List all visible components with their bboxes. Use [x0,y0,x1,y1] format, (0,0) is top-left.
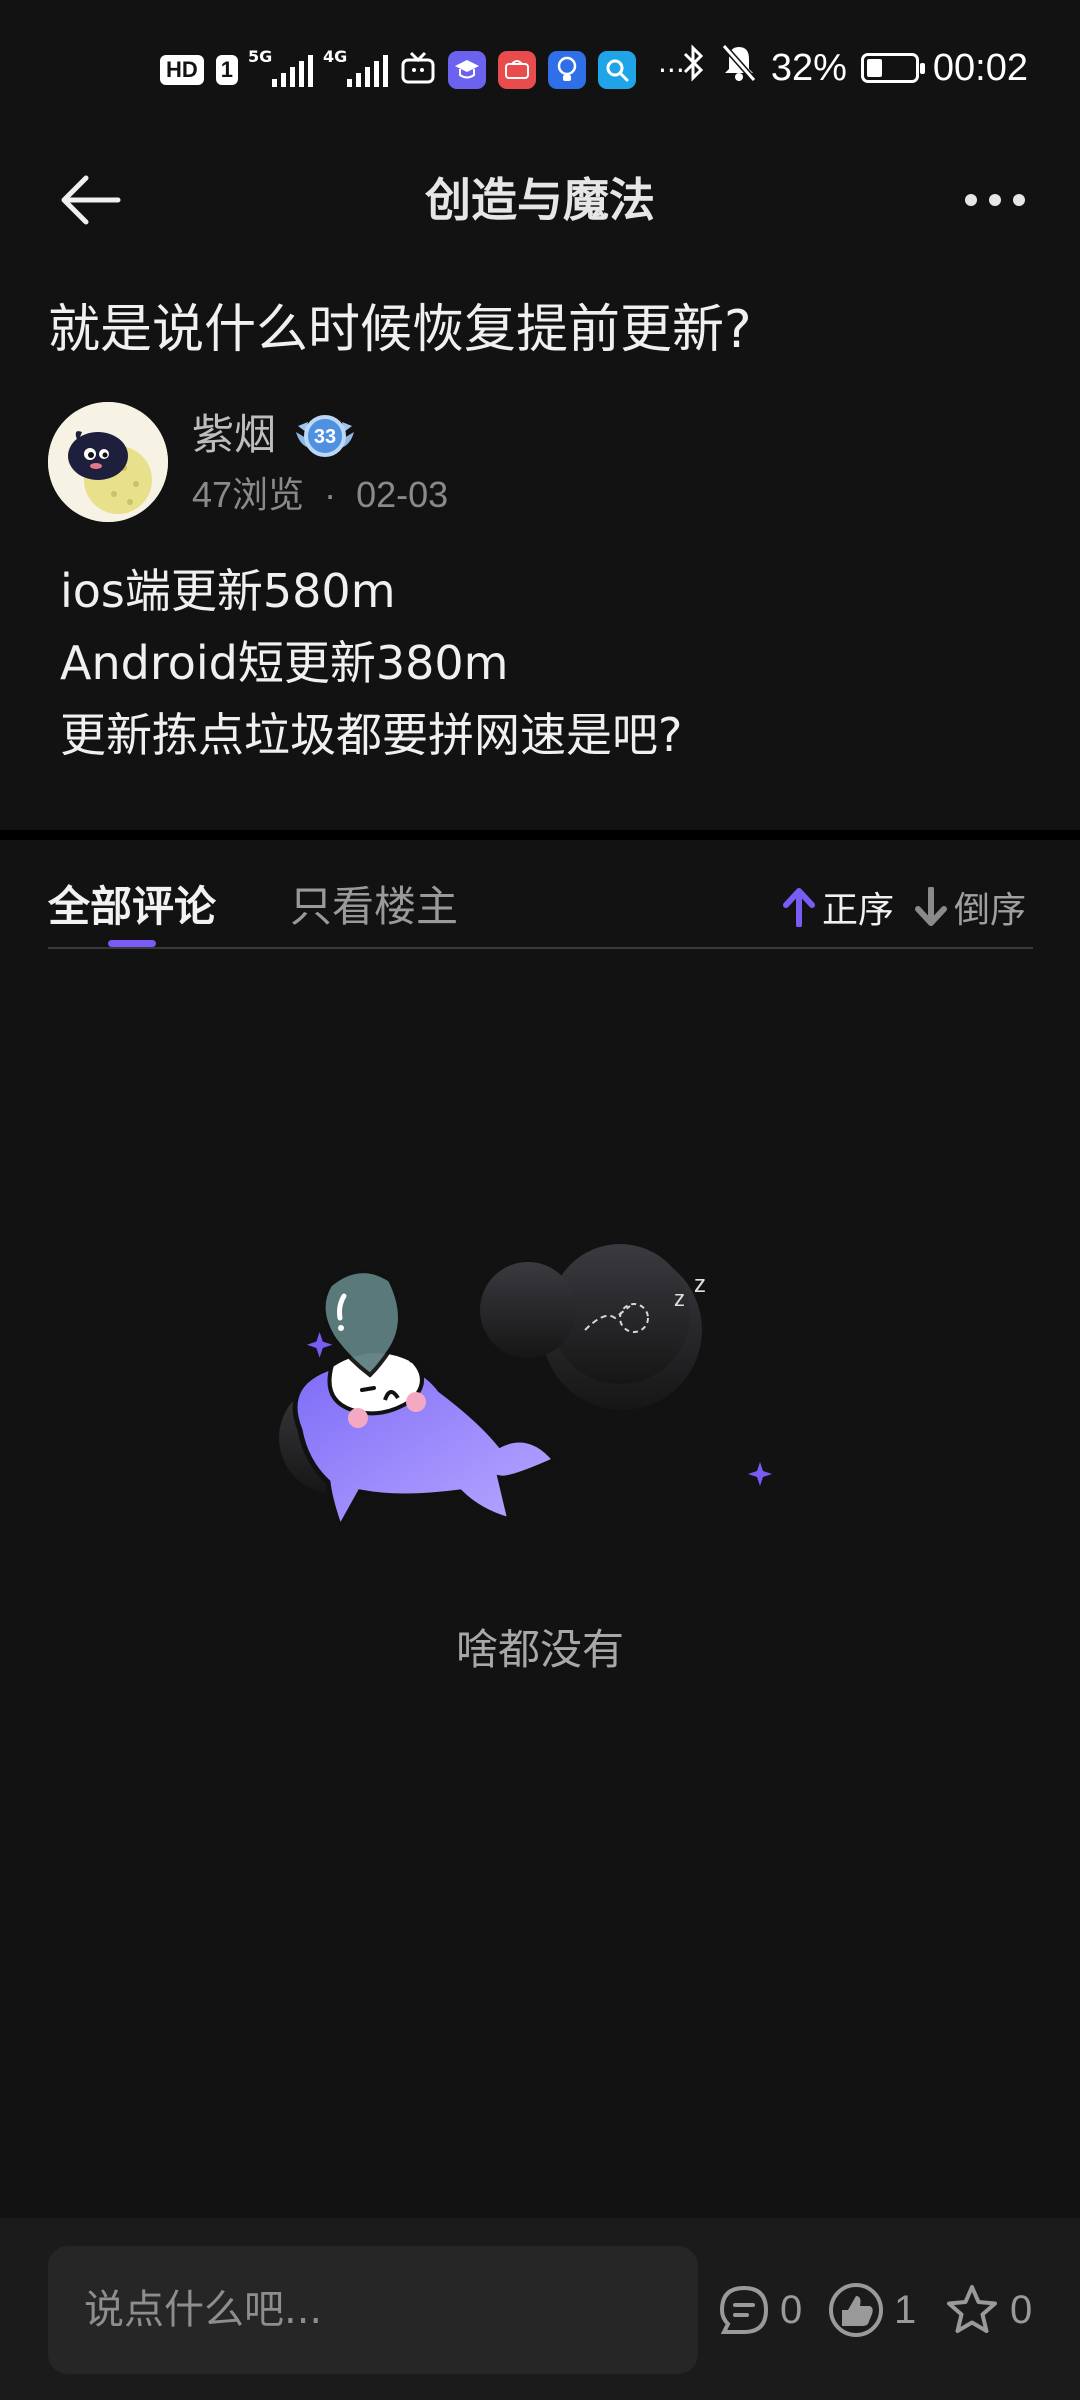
active-tab-indicator [108,940,156,947]
comment-count: 0 [780,2287,803,2332]
view-count: 47浏览 [192,474,305,515]
tab-all-comments[interactable]: 全部评论 [48,875,216,939]
star-icon [947,2285,997,2333]
favorite-count: 0 [1010,2287,1033,2332]
post-date: 02-03 [356,474,449,515]
comment-input[interactable]: 说点什么吧... [48,2246,698,2374]
tab-op-only[interactable]: 只看楼主 [290,875,458,939]
page-title: 创造与魔法 [425,173,655,227]
app-education-icon [448,51,487,89]
empty-state-illustration: z z [270,1240,810,1580]
post-body-line: 更新拣点垃圾都要拼网速是吧? [60,708,683,762]
tv-icon [400,51,436,89]
post-meta: 47浏览 · 02-03 [192,470,448,520]
like-button[interactable]: 1 [828,2272,916,2348]
level-number: 33 [314,426,336,448]
sort-ascending-button[interactable]: 正序 [782,878,894,936]
more-button[interactable] [950,165,1040,235]
sim-badge: 1 [215,55,239,85]
battery-icon [860,53,925,83]
status-bar: HD 1 5G 4G ··· 32% 00:02 [0,0,1080,140]
status-right: 32% 00:02 [681,44,1028,92]
mute-bell-icon [721,43,757,93]
comment-icon [719,2285,769,2334]
app-tips-icon [548,51,587,89]
like-icon [829,2283,883,2337]
app-huawei-icon [498,51,537,89]
author-name[interactable]: 紫烟 [192,405,276,465]
like-count: 1 [894,2287,917,2332]
post-title: 就是说什么时候恢复提前更新? [48,300,752,360]
empty-state-text: 啥都没有 [455,1625,624,1674]
back-button[interactable] [50,165,130,235]
post-body-line: ios端更新580m [60,564,396,618]
svg-text:z: z [674,1286,685,1311]
hd-badge: HD [160,55,204,85]
level-badge: 33 [292,408,358,464]
author-avatar[interactable] [48,402,168,522]
battery-percent: 32% [770,46,847,89]
svg-text:z: z [694,1271,706,1298]
meta-separator: · [324,474,337,515]
arrow-left-icon [61,175,121,225]
arrow-up-icon [783,888,815,927]
sort-descending-label: 倒序 [954,890,1027,931]
post-body-line: Android短更新380m [60,636,509,690]
post-body: ios端更新580m Android短更新380m 更新拣点垃圾都要拼网速是吧? [60,555,682,771]
status-left: HD 1 5G 4G ··· [160,47,685,92]
bluetooth-icon [681,43,707,93]
tab-underline [48,947,1033,949]
signal-4g-icon: 4G [323,47,389,87]
app-search-icon [598,51,637,89]
sort-ascending-label: 正序 [822,890,895,931]
sort-descending-button[interactable]: 倒序 [914,878,1026,936]
signal-5g-icon: 5G [248,47,314,87]
favorite-button[interactable]: 0 [944,2272,1032,2348]
comment-count-button[interactable]: 0 [718,2272,802,2348]
clock: 00:02 [932,46,1028,89]
arrow-down-icon [915,887,947,926]
section-divider [0,830,1080,840]
more-dots-icon [965,194,1025,206]
